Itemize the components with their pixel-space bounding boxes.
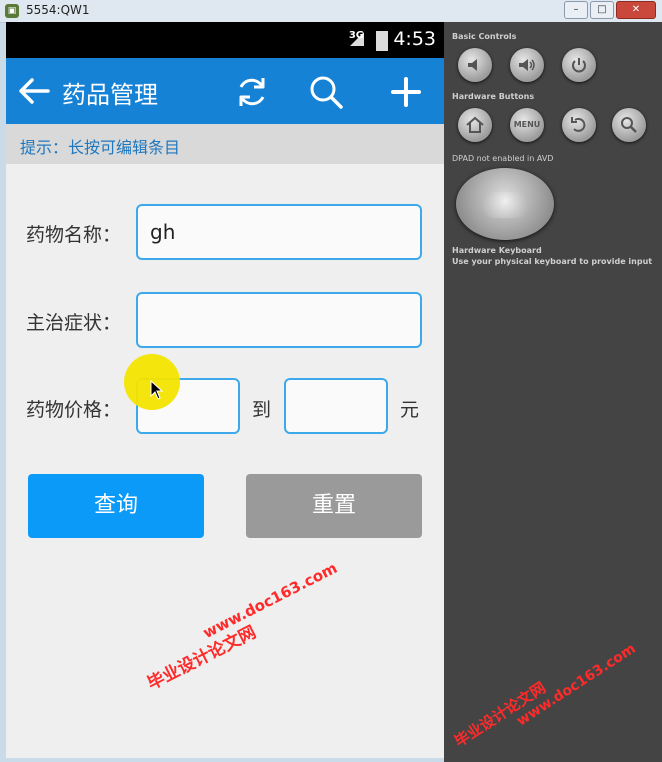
page-title: 药品管理 [62,81,158,109]
basic-controls-heading: Basic Controls [452,32,517,41]
close-button[interactable]: ✕ [616,1,656,19]
reset-button[interactable]: 重置 [246,474,422,538]
hint-banner: 提示：长按可编辑条目 [6,124,444,164]
network-type: 3G [348,30,364,41]
search-icon[interactable] [306,72,346,112]
home-icon[interactable] [458,108,492,142]
symptom-input[interactable] [136,292,422,348]
price-max-input[interactable] [284,378,388,434]
window-title: 5554:QW1 [26,3,90,17]
dpad-note: DPAD not enabled in AVD [452,154,554,163]
mouse-cursor-icon [150,380,164,400]
plus-icon[interactable] [386,72,426,112]
hardware-buttons-heading: Hardware Buttons [452,92,535,101]
refresh-icon[interactable] [232,72,272,112]
drug-name-label: 药物名称： [26,224,122,246]
device-screen: 3G 4:53 药品管理 提示：长按可编辑条目 药物名称： 主治症状： 药物价格 [6,22,444,758]
android-emulator-icon: ▣ [5,4,19,18]
clock: 4:53 [393,28,436,50]
watermark-url: www.doc163.com [200,558,341,643]
search-hw-icon[interactable] [612,108,646,142]
power-icon[interactable] [562,48,596,82]
price-label: 药物价格： [26,399,122,421]
menu-button[interactable]: MENU [510,108,544,142]
hint-text: 提示：长按可编辑条目 [20,138,181,157]
action-bar: 药品管理 [6,58,444,124]
emulator-controls-panel: Basic Controls Hardware Buttons MENU DPA… [444,22,662,762]
keyboard-heading: Hardware Keyboard [452,246,542,255]
currency-label: 元 [400,399,420,421]
minimize-button[interactable]: – [564,1,588,19]
price-to-label: 到 [252,399,272,421]
dpad-center-button[interactable] [482,192,528,218]
dpad-control[interactable] [456,168,554,240]
maximize-button[interactable]: □ [590,1,614,19]
back-arrow-icon[interactable] [14,71,54,111]
symptom-label: 主治症状： [26,312,122,334]
keyboard-note: Use your physical keyboard to provide in… [452,257,653,266]
back-icon[interactable] [562,108,596,142]
battery-icon [376,31,388,51]
watermark-text: 毕业设计论文网 [144,622,260,695]
window-title-bar: ▣ 5554:QW1 – □ ✕ [0,0,662,23]
drug-name-input[interactable] [136,204,422,260]
query-button[interactable]: 查询 [28,474,204,538]
volume-up-icon[interactable] [510,48,544,82]
volume-down-icon[interactable] [458,48,492,82]
status-bar: 3G 4:53 [6,22,444,58]
